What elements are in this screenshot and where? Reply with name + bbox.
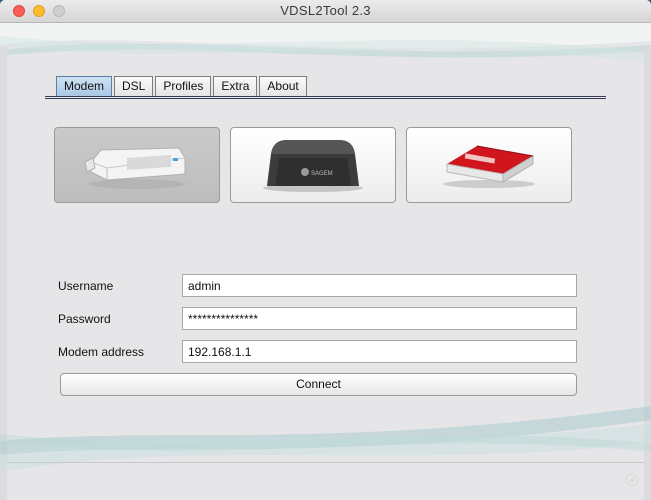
tab-underline [45,96,606,99]
window-title: VDSL2Tool 2.3 [280,3,371,18]
modem-address-field[interactable]: 192.168.1.1 [182,340,577,363]
title-bar[interactable]: VDSL2Tool 2.3 [0,0,651,23]
red-fritzbox-router-icon [443,145,535,188]
password-label: Password [58,312,111,326]
tab-modem[interactable]: Modem [56,76,113,96]
tab-about[interactable]: About [259,76,307,96]
device-button-white-modem[interactable] [54,127,220,203]
username-field[interactable]: admin [182,274,577,297]
black-sagem-router-icon: SAGEM [263,140,363,192]
tab-profiles[interactable]: Profiles [155,76,212,96]
modem-address-label: Modem address [58,345,145,359]
tab-bar: Modem DSL Profiles Extra About [56,76,309,96]
sagem-brand-text: SAGEM [311,171,333,177]
device-button-sagem-router[interactable]: SAGEM [230,127,396,203]
username-label: Username [58,279,114,293]
main-content: Modem DSL Profiles Extra About SAGEM Use… [0,23,651,500]
device-button-fritzbox-router[interactable] [406,127,572,203]
resize-grip-icon[interactable] [625,473,639,487]
status-divider [7,462,644,463]
tab-extra[interactable]: Extra [213,76,258,96]
white-vdsl-modem-icon [84,147,186,189]
tab-dsl[interactable]: DSL [114,76,154,96]
decorative-wave-top [0,23,651,63]
password-field[interactable]: *************** [182,307,577,330]
app-window: VDSL2Tool 2.3 Modem DSL Profiles Extra A… [0,0,651,500]
decorative-wave-bottom [0,406,651,472]
